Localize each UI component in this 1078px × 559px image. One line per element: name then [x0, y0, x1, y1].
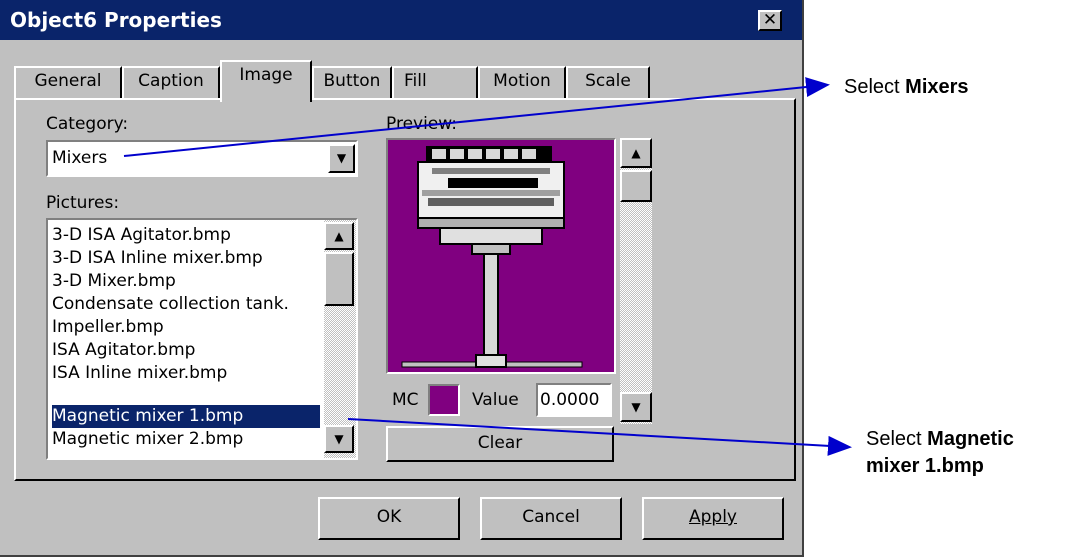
callout-select-magnetic: Select Magnetic mixer 1.bmp — [866, 428, 1014, 477]
magnetic-arrow — [347, 418, 852, 456]
active-tab-joint — [222, 96, 310, 101]
callout-select-mixers: Select Mixers — [844, 76, 969, 98]
